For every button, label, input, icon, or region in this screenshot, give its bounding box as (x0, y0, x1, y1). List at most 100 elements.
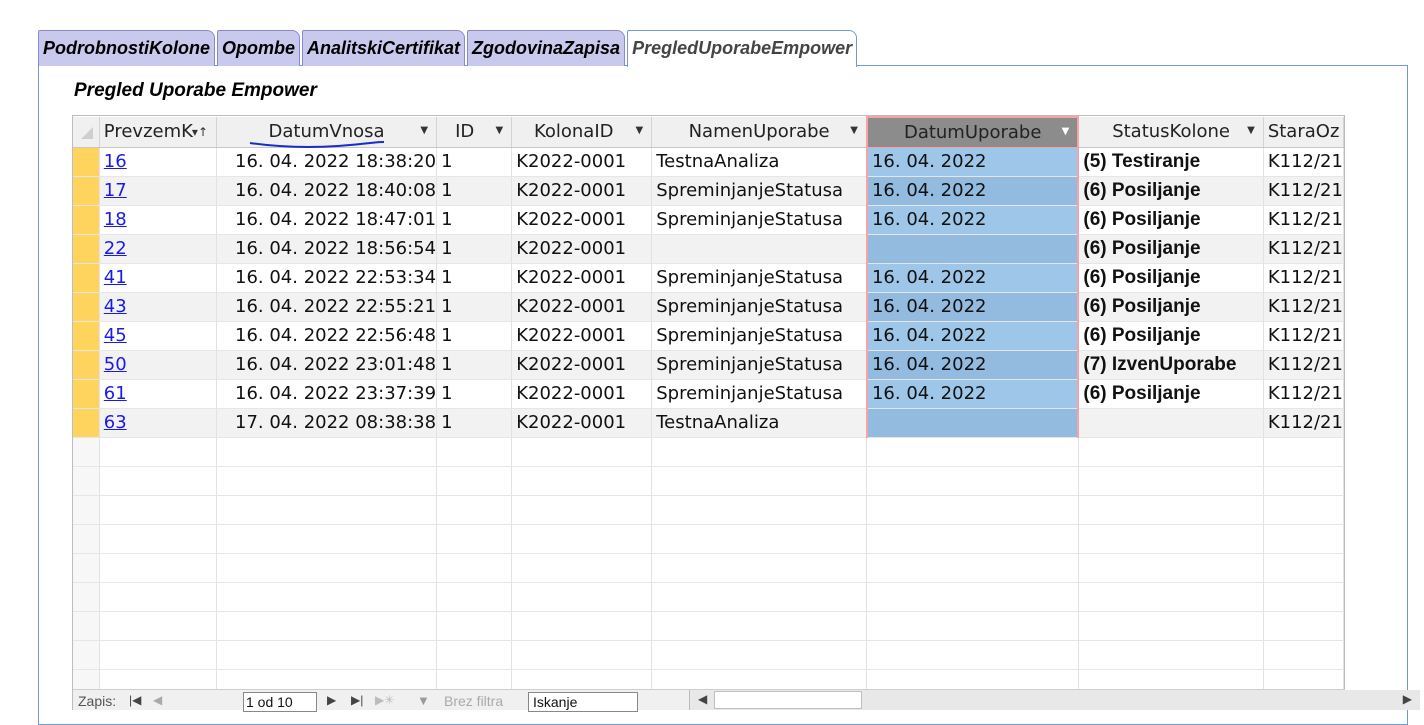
previous-record-button[interactable]: ◀ (153, 693, 162, 707)
kolona-id-cell[interactable]: K2022-0001 (511, 205, 653, 235)
record-selector[interactable] (73, 263, 100, 293)
datum-vnosa-cell[interactable]: 16. 04. 2022 23:37:39 (216, 379, 438, 409)
tab-podrobnosti-kolone[interactable]: PodrobnostiKolone (38, 30, 215, 66)
column-header-statuskolone[interactable]: StatusKolone ▼ (1078, 117, 1264, 148)
scroll-left-icon[interactable]: ◀ (698, 692, 707, 706)
dropdown-arrow-icon[interactable]: ▼ (420, 125, 428, 136)
namen-uporabe-cell[interactable]: SpreminjanjeStatusa (651, 321, 868, 351)
datum-vnosa-cell[interactable]: 16. 04. 2022 22:55:21 (216, 292, 438, 322)
prevzem-cell[interactable]: 50 (99, 350, 218, 380)
datum-uporabe-cell[interactable]: 16. 04. 2022 (865, 350, 1080, 380)
kolona-id-cell[interactable]: K2022-0001 (511, 234, 653, 264)
table-row[interactable]: 43 16. 04. 2022 22:55:21 1 K2022-0001 Spremi… (73, 292, 1344, 322)
stara-oz-cell[interactable]: K112/21 (1263, 408, 1344, 438)
stara-oz-cell[interactable]: K112/21 (1263, 321, 1344, 351)
table-row[interactable]: 22 16. 04. 2022 18:56:54 1 K2022-0001 (6) Po… (73, 234, 1344, 264)
prevzem-link[interactable]: 16 (104, 151, 127, 172)
record-selector[interactable] (73, 408, 100, 438)
datum-vnosa-cell[interactable]: 16. 04. 2022 18:47:01 (216, 205, 438, 235)
datum-uporabe-cell[interactable]: 16. 04. 2022 (865, 263, 1080, 293)
table-row[interactable]: 50 16. 04. 2022 23:01:48 1 K2022-0001 Spremi… (73, 350, 1344, 380)
status-kolone-cell[interactable]: (6) Posiljanje (1078, 263, 1264, 293)
column-header-id[interactable]: ID ▼ (436, 117, 513, 148)
namen-uporabe-cell[interactable]: SpreminjanjeStatusa (651, 379, 868, 409)
status-kolone-cell[interactable]: (6) Posiljanje (1078, 379, 1264, 409)
prevzem-link[interactable]: 43 (104, 296, 127, 317)
select-all-corner[interactable] (73, 117, 100, 148)
stara-oz-cell[interactable]: K112/21 (1263, 176, 1344, 206)
kolona-id-cell[interactable]: K2022-0001 (511, 147, 653, 177)
prevzem-link[interactable]: 17 (104, 180, 127, 201)
namen-uporabe-cell[interactable]: SpreminjanjeStatusa (651, 292, 868, 322)
prevzem-link[interactable]: 61 (104, 383, 127, 404)
datum-vnosa-cell[interactable]: 16. 04. 2022 22:56:48 (216, 321, 438, 351)
prevzem-link[interactable]: 22 (104, 238, 127, 259)
dropdown-arrow-icon[interactable]: ▼ (496, 125, 504, 136)
kolona-id-cell[interactable]: K2022-0001 (511, 350, 653, 380)
dropdown-arrow-icon[interactable]: ▼ (1062, 126, 1070, 137)
record-selector[interactable] (73, 292, 100, 322)
status-kolone-cell[interactable]: (6) Posiljanje (1078, 321, 1264, 351)
datum-vnosa-cell[interactable]: 16. 04. 2022 18:56:54 (216, 234, 438, 264)
datum-uporabe-cell[interactable]: 16. 04. 2022 (865, 321, 1080, 351)
tab-zgodovina-zapisa[interactable]: ZgodovinaZapisa (467, 30, 626, 66)
prevzem-cell[interactable]: 45 (99, 321, 218, 351)
namen-uporabe-cell[interactable] (651, 234, 868, 264)
record-selector[interactable] (73, 379, 100, 409)
namen-uporabe-cell[interactable]: SpreminjanjeStatusa (651, 176, 868, 206)
record-selector[interactable] (73, 176, 100, 206)
prevzem-link[interactable]: 41 (104, 267, 127, 288)
stara-oz-cell[interactable]: K112/21 (1263, 147, 1344, 177)
column-header-kolonaid[interactable]: KolonaID ▼ (511, 117, 653, 148)
id-cell[interactable]: 1 (436, 234, 513, 264)
datum-uporabe-cell[interactable]: 16. 04. 2022 (865, 176, 1080, 206)
status-kolone-cell[interactable]: (5) Testiranje (1078, 147, 1264, 177)
record-selector[interactable] (73, 321, 100, 351)
column-header-prevzemk[interactable]: PrevzemK ▾↑ (99, 117, 218, 148)
last-record-button[interactable]: ▶| (351, 693, 363, 707)
current-record-field[interactable]: 1 od 10 (243, 692, 317, 712)
stara-oz-cell[interactable]: K112/21 (1263, 234, 1344, 264)
scrollbar-thumb[interactable] (714, 691, 862, 709)
id-cell[interactable]: 1 (436, 292, 513, 322)
tab-analitski-certifikat[interactable]: AnalitskiCertifikat (302, 30, 466, 66)
table-row[interactable]: 63 17. 04. 2022 08:38:38 1 K2022-0001 Testna… (73, 408, 1344, 438)
prevzem-cell[interactable]: 22 (99, 234, 218, 264)
column-header-datumuporabe[interactable]: DatumUporabe ▼ (865, 116, 1080, 148)
status-kolone-cell[interactable]: (6) Posiljanje (1078, 176, 1264, 206)
stara-oz-cell[interactable]: K112/21 (1263, 350, 1344, 380)
horizontal-scrollbar[interactable]: ◀ ▶ (689, 690, 1420, 710)
prevzem-link[interactable]: 18 (104, 209, 127, 230)
next-record-button[interactable]: ▶ (327, 693, 336, 707)
tab-pregled-uporabe-empower[interactable]: PregledUporabeEmpower (627, 30, 858, 67)
prevzem-cell[interactable]: 18 (99, 205, 218, 235)
datum-vnosa-cell[interactable]: 16. 04. 2022 23:01:48 (216, 350, 438, 380)
table-row[interactable]: 16 16. 04. 2022 18:38:20 1 K2022-0001 Testna… (73, 147, 1344, 177)
id-cell[interactable]: 1 (436, 205, 513, 235)
datum-vnosa-cell[interactable]: 16. 04. 2022 18:40:08 (216, 176, 438, 206)
id-cell[interactable]: 1 (436, 408, 513, 438)
dropdown-arrow-icon[interactable]: ▼ (636, 125, 644, 136)
table-row[interactable]: 17 16. 04. 2022 18:40:08 1 K2022-0001 Spremi… (73, 176, 1344, 206)
column-header-datumvnosa[interactable]: DatumVnosa ▼ (216, 117, 438, 148)
record-selector[interactable] (73, 234, 100, 264)
table-row[interactable]: 18 16. 04. 2022 18:47:01 1 K2022-0001 Spremi… (73, 205, 1344, 235)
datum-uporabe-cell[interactable]: 16. 04. 2022 (865, 379, 1080, 409)
datum-vnosa-cell[interactable]: 16. 04. 2022 18:38:20 (216, 147, 438, 177)
id-cell[interactable]: 1 (436, 379, 513, 409)
tab-opombe[interactable]: Opombe (216, 30, 300, 66)
datum-uporabe-cell[interactable]: 16. 04. 2022 (865, 205, 1080, 235)
datum-uporabe-cell[interactable]: 16. 04. 2022 (865, 292, 1080, 322)
stara-oz-cell[interactable]: K112/21 (1263, 292, 1344, 322)
status-kolone-cell[interactable]: (6) Posiljanje (1078, 234, 1264, 264)
search-input[interactable]: Iskanje (528, 692, 638, 712)
dropdown-arrow-icon[interactable]: ▼ (1247, 125, 1255, 136)
status-kolone-cell[interactable]: (6) Posiljanje (1078, 205, 1264, 235)
table-row[interactable]: 41 16. 04. 2022 22:53:34 1 K2022-0001 Spremi… (73, 263, 1344, 293)
prevzem-link[interactable]: 63 (104, 412, 127, 433)
namen-uporabe-cell[interactable]: SpreminjanjeStatusa (651, 205, 868, 235)
sort-filter-icon[interactable]: ▾↑ (192, 125, 208, 139)
column-header-namenuporabe[interactable]: NamenUporabe ▼ (651, 117, 868, 148)
datum-uporabe-cell[interactable]: 16. 04. 2022 (865, 147, 1080, 177)
namen-uporabe-cell[interactable]: SpreminjanjeStatusa (651, 350, 868, 380)
